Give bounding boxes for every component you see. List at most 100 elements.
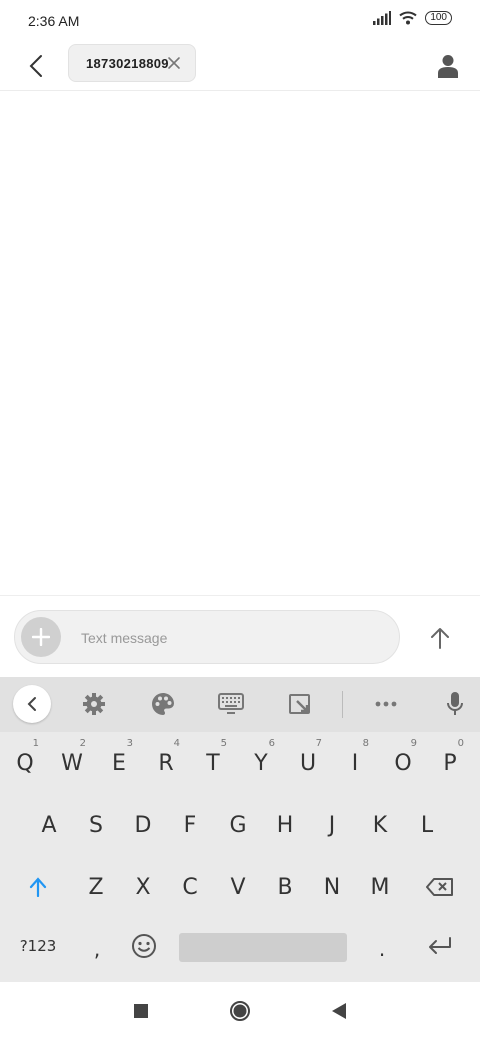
key-m[interactable]: M xyxy=(358,859,402,915)
key-e[interactable]: 3E xyxy=(97,735,141,791)
back-nav-button[interactable] xyxy=(324,996,354,1026)
key-y[interactable]: 6Y xyxy=(239,735,283,791)
keyboard-theme-button[interactable] xyxy=(145,686,181,722)
key-hint: 9 xyxy=(410,738,417,749)
key-l[interactable]: L xyxy=(405,797,449,853)
arrow-up-icon xyxy=(431,628,449,649)
enter-icon xyxy=(429,937,451,954)
keyboard-toolbar xyxy=(0,677,480,732)
chevron-left-icon xyxy=(27,697,36,711)
key-label: W xyxy=(61,750,83,776)
conversation-header: 18730218809 xyxy=(0,42,480,91)
key-x[interactable]: X xyxy=(121,859,165,915)
shift-key[interactable] xyxy=(16,859,60,915)
gear-icon xyxy=(83,693,105,715)
compose-bar xyxy=(0,595,480,678)
backspace-icon xyxy=(426,878,453,896)
key-u[interactable]: 7U xyxy=(286,735,330,791)
recents-button[interactable] xyxy=(126,996,156,1026)
keyboard-resize-button[interactable] xyxy=(282,686,318,722)
key-label: Y xyxy=(254,750,268,776)
key-hint: 0 xyxy=(457,738,464,749)
enter-key[interactable] xyxy=(418,918,462,974)
keyboard-more-button[interactable] xyxy=(368,686,404,722)
key-label: Q xyxy=(16,750,34,776)
keyboard-settings-button[interactable] xyxy=(76,686,112,722)
key-hint: 5 xyxy=(220,738,227,749)
key-label: T xyxy=(206,750,220,776)
send-button[interactable] xyxy=(420,618,460,658)
back-arrow-icon xyxy=(29,55,42,77)
key-i[interactable]: 8I xyxy=(333,735,377,791)
key-s[interactable]: S xyxy=(74,797,118,853)
back-button[interactable] xyxy=(18,48,54,84)
key-f[interactable]: F xyxy=(168,797,212,853)
status-icons: 100 xyxy=(373,11,452,25)
key-hint: 2 xyxy=(79,738,86,749)
recipient-number: 18730218809 xyxy=(86,55,169,71)
signal-icon xyxy=(373,11,392,25)
key-hint: 6 xyxy=(268,738,275,749)
contact-button[interactable] xyxy=(430,48,466,84)
key-p[interactable]: 0P xyxy=(428,735,472,791)
message-list[interactable] xyxy=(0,91,480,595)
resize-icon xyxy=(289,694,310,714)
key-a[interactable]: A xyxy=(27,797,71,853)
key-v[interactable]: V xyxy=(216,859,260,915)
key-k[interactable]: K xyxy=(358,797,402,853)
key-hint: 8 xyxy=(362,738,369,749)
keyboard: 1Q2W3E4R5T6Y7U8I9O0P ASDFGHJKL ZXCVBNM ?… xyxy=(0,677,480,982)
key-q[interactable]: 1Q xyxy=(3,735,47,791)
key-b[interactable]: B xyxy=(263,859,307,915)
key-label: I xyxy=(351,750,359,776)
emoji-key[interactable] xyxy=(122,918,166,974)
backspace-key[interactable] xyxy=(418,859,462,915)
home-button[interactable] xyxy=(225,996,255,1026)
key-n[interactable]: N xyxy=(310,859,354,915)
emoji-icon xyxy=(132,934,156,958)
status-bar: 2:36 AM 100 xyxy=(0,0,480,42)
key-w[interactable]: 2W xyxy=(50,735,94,791)
square-icon xyxy=(134,1004,148,1018)
key-d[interactable]: D xyxy=(121,797,165,853)
message-input[interactable] xyxy=(79,623,383,653)
comma-key[interactable]: , xyxy=(75,921,119,977)
key-z[interactable]: Z xyxy=(74,859,118,915)
close-icon[interactable] xyxy=(167,56,181,70)
key-label: O xyxy=(394,750,412,776)
palette-icon xyxy=(152,693,174,715)
keyboard-icon xyxy=(218,693,244,714)
wifi-icon xyxy=(399,11,417,25)
microphone-icon xyxy=(447,692,463,715)
key-g[interactable]: G xyxy=(216,797,260,853)
keyboard-collapse-button[interactable] xyxy=(13,685,51,723)
key-hint: 4 xyxy=(173,738,180,749)
person-icon xyxy=(438,55,458,78)
key-j[interactable]: J xyxy=(310,797,354,853)
symbols-key[interactable]: ?123 xyxy=(16,918,60,974)
keyboard-layout-button[interactable] xyxy=(213,686,249,722)
more-horizontal-icon xyxy=(375,701,397,707)
key-c[interactable]: C xyxy=(168,859,212,915)
key-hint: 7 xyxy=(315,738,322,749)
recipient-chip[interactable]: 18730218809 xyxy=(68,44,196,82)
key-label: P xyxy=(443,750,457,776)
key-label: R xyxy=(158,750,174,776)
key-t[interactable]: 5T xyxy=(191,735,235,791)
toolbar-divider xyxy=(342,691,343,718)
key-label: U xyxy=(299,750,317,776)
voice-input-button[interactable] xyxy=(437,686,473,722)
period-key[interactable]: . xyxy=(360,921,404,977)
status-time: 2:36 AM xyxy=(28,13,80,29)
key-hint: 1 xyxy=(32,738,39,749)
key-o[interactable]: 9O xyxy=(381,735,425,791)
key-r[interactable]: 4R xyxy=(144,735,188,791)
system-nav-bar xyxy=(0,982,480,1040)
key-h[interactable]: H xyxy=(263,797,307,853)
plus-icon xyxy=(32,628,50,646)
space-key[interactable] xyxy=(179,933,347,962)
key-hint: 3 xyxy=(126,738,133,749)
circle-icon xyxy=(230,1001,250,1021)
battery-icon: 100 xyxy=(425,11,452,25)
attach-button[interactable] xyxy=(21,617,61,657)
